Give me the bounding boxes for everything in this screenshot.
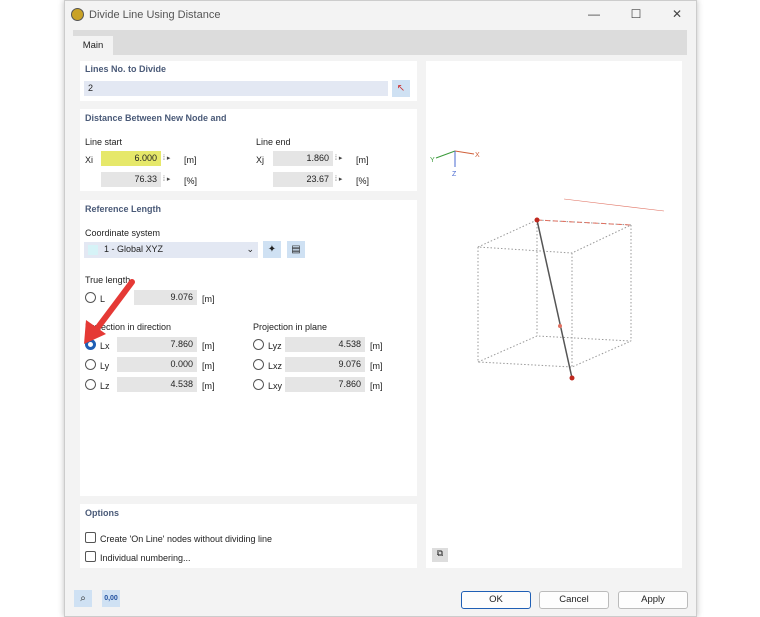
lxy-value: 7.860: [285, 377, 365, 392]
ok-button[interactable]: OK: [461, 591, 531, 609]
apply-button[interactable]: Apply: [618, 591, 688, 609]
coordinate-system-select[interactable]: 1 - Global XYZ ⌄: [84, 242, 258, 258]
pick-lines-icon[interactable]: ↖: [392, 80, 410, 97]
distance-section: Distance Between New Node and Line start…: [80, 109, 417, 191]
xi-unit: [m]: [184, 155, 197, 165]
on-line-nodes-checkbox[interactable]: [85, 532, 96, 543]
distance-heading: Distance Between New Node and: [85, 113, 227, 123]
line-start-label: Line start: [85, 137, 123, 147]
lyz-label: Lyz: [268, 341, 282, 351]
xi-input[interactable]: 6.000: [101, 151, 161, 166]
lz-unit: [m]: [202, 381, 215, 391]
lxz-unit: [m]: [370, 361, 383, 371]
xj-percent-input[interactable]: 23.67: [273, 172, 333, 187]
lx-unit: [m]: [202, 341, 215, 351]
radio-lz[interactable]: [85, 379, 96, 390]
chevron-down-icon: ⌄: [246, 244, 254, 254]
options-section: Options Create 'On Line' nodes without d…: [80, 504, 417, 568]
ly-label: Ly: [100, 361, 110, 371]
coordinate-system-value: 1 - Global XYZ: [104, 244, 164, 254]
individual-numbering-label: Individual numbering...: [100, 553, 191, 563]
tab-bar: [73, 30, 687, 55]
minimize-button[interactable]: —: [585, 7, 603, 23]
xj-unit: [m]: [356, 155, 369, 165]
xi-percent-spinner[interactable]: ⁞ ▸: [163, 172, 170, 187]
title-bar: Divide Line Using Distance — ☐ ✕: [65, 1, 696, 29]
xi-spinner[interactable]: ⁞ ▸: [163, 151, 170, 166]
bounding-box: [477, 219, 632, 368]
dialog-window: Divide Line Using Distance — ☐ ✕ Main Li…: [64, 0, 697, 617]
lyz-value: 4.538: [285, 337, 365, 352]
search-icon[interactable]: ⌕: [74, 590, 92, 607]
lxz-label: Lxz: [268, 361, 283, 371]
preview-graphic: X Y Z: [430, 150, 665, 381]
radio-lxz[interactable]: [253, 359, 264, 370]
l-unit: [m]: [202, 294, 215, 304]
xj-percent-unit: [%]: [356, 176, 370, 186]
lxz-value: 9.076: [285, 357, 365, 372]
z-axis-label: Z: [452, 171, 457, 178]
individual-numbering-checkbox[interactable]: [85, 551, 96, 562]
xj-input[interactable]: 1.860: [273, 151, 333, 166]
lines-input[interactable]: 2: [84, 81, 388, 96]
l-value: 9.076: [134, 290, 197, 305]
ly-value: 0.000: [117, 357, 197, 372]
xj-percent-spinner[interactable]: ⁞ ▸: [335, 172, 342, 187]
view-options-icon[interactable]: ⧉: [432, 548, 448, 562]
maximize-button[interactable]: ☐: [627, 7, 645, 23]
annotation-arrow: [84, 279, 135, 344]
xj-label: Xj: [256, 155, 265, 165]
end-node: [569, 375, 575, 381]
radio-lxy[interactable]: [253, 379, 264, 390]
reference-section: Reference Length Coordinate system 1 - G…: [80, 200, 417, 496]
app-icon: [71, 8, 84, 21]
color-swatch: [88, 245, 98, 255]
start-node: [534, 217, 540, 223]
lyz-unit: [m]: [370, 341, 383, 351]
line-2: [536, 219, 573, 379]
line-end-label: Line end: [256, 137, 291, 147]
lines-section: Lines No. to Divide 2 ↖: [80, 61, 417, 101]
y-axis-label: Y: [430, 157, 435, 164]
units-icon[interactable]: 0,00: [102, 590, 120, 607]
xi-label: Xi: [85, 155, 94, 165]
tab-main[interactable]: Main: [73, 36, 113, 56]
lz-label: Lz: [100, 381, 110, 391]
close-button[interactable]: ✕: [668, 7, 686, 23]
preview-panel: X Y Z ⧉: [426, 61, 682, 568]
lines-heading: Lines No. to Divide: [85, 64, 167, 74]
axis-triad: X Y Z: [430, 150, 480, 178]
coordinate-system-label: Coordinate system: [85, 228, 161, 238]
xi-percent-unit: [%]: [184, 176, 198, 186]
lz-value: 4.538: [117, 377, 197, 392]
reference-heading: Reference Length: [85, 204, 162, 214]
window-title: Divide Line Using Distance: [89, 9, 221, 21]
edit-coordinate-system-icon[interactable]: ▤: [287, 241, 305, 258]
lxy-label: Lxy: [268, 381, 283, 391]
cancel-button[interactable]: Cancel: [539, 591, 609, 609]
projection-plane-label: Projection in plane: [253, 322, 328, 332]
ly-unit: [m]: [202, 361, 215, 371]
radio-ly[interactable]: [85, 359, 96, 370]
on-line-nodes-label: Create 'On Line' nodes without dividing …: [100, 534, 273, 544]
new-node: [558, 324, 562, 328]
x-axis-label: X: [475, 152, 480, 159]
xj-spinner[interactable]: ⁞ ▸: [335, 151, 342, 166]
new-coordinate-system-icon[interactable]: ✦: [263, 241, 281, 258]
options-heading: Options: [85, 508, 119, 518]
xi-percent-input[interactable]: 76.33: [101, 172, 161, 187]
radio-lyz[interactable]: [253, 339, 264, 350]
lxy-unit: [m]: [370, 381, 383, 391]
dimension-lines: [536, 198, 665, 226]
